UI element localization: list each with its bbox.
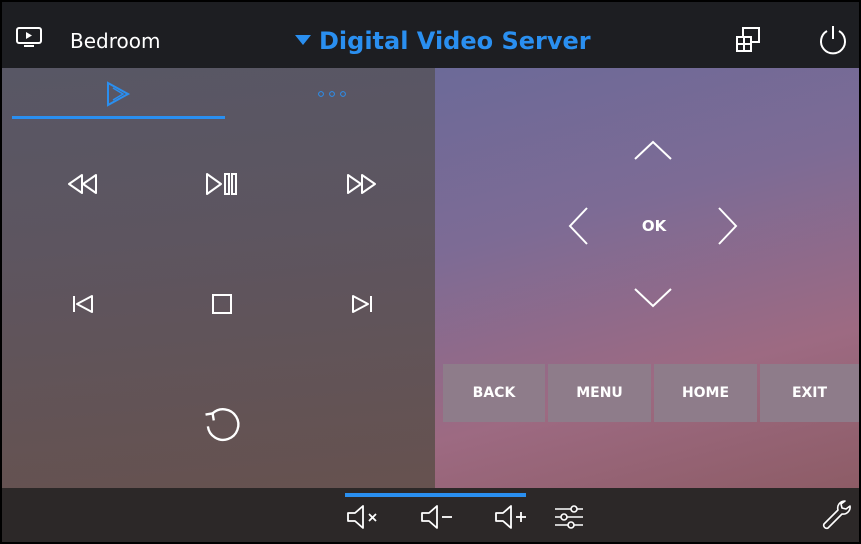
source-selector[interactable]: Digital Video Server [295, 26, 591, 56]
power-icon[interactable] [817, 24, 849, 56]
rewind-button[interactable] [58, 159, 108, 209]
navigation-panel [435, 68, 859, 488]
volume-indicator [345, 493, 526, 497]
right-arrow-icon[interactable] [715, 205, 741, 247]
fast-forward-button[interactable] [337, 159, 387, 209]
left-arrow-icon[interactable] [565, 205, 591, 247]
volume-mute-icon[interactable] [345, 502, 385, 532]
play-outline-icon [107, 81, 131, 107]
fast-forward-icon [347, 174, 376, 194]
source-title: Digital Video Server [319, 27, 591, 55]
previous-button[interactable] [58, 279, 108, 329]
rewind-icon [68, 174, 97, 194]
down-arrow-icon[interactable] [632, 285, 674, 311]
up-arrow-icon[interactable] [632, 137, 674, 163]
home-button[interactable]: HOME [654, 364, 757, 422]
active-tab-indicator [12, 116, 225, 119]
wrench-icon[interactable] [820, 498, 852, 532]
stop-button[interactable] [197, 279, 247, 329]
windows-icon[interactable] [735, 27, 761, 53]
tv-play-icon[interactable] [16, 27, 42, 47]
sliders-icon[interactable] [552, 502, 586, 532]
next-button[interactable] [337, 279, 387, 329]
replay-button[interactable] [197, 399, 247, 449]
replay-icon [205, 408, 240, 442]
tab-transport[interactable] [12, 68, 225, 120]
room-name[interactable]: Bedroom [70, 29, 160, 53]
volume-down-icon[interactable] [419, 502, 459, 532]
exit-button[interactable]: EXIT [760, 364, 859, 422]
volume-up-icon[interactable] [493, 502, 533, 532]
header-bar: Bedroom Digital Video Server [2, 2, 859, 68]
play-pause-icon [206, 173, 237, 195]
remote-frame: Bedroom Digital Video Server OK BACK MEN… [0, 0, 861, 544]
caret-down-icon [295, 35, 311, 45]
play-pause-button[interactable] [197, 159, 247, 209]
more-dots-icon [318, 91, 346, 97]
menu-button[interactable]: MENU [548, 364, 651, 422]
stop-icon [212, 294, 232, 314]
back-button[interactable]: BACK [443, 364, 545, 422]
skip-forward-icon [352, 295, 372, 313]
skip-back-icon [73, 295, 93, 313]
ok-button[interactable]: OK [631, 216, 677, 236]
tab-more[interactable] [225, 68, 437, 120]
